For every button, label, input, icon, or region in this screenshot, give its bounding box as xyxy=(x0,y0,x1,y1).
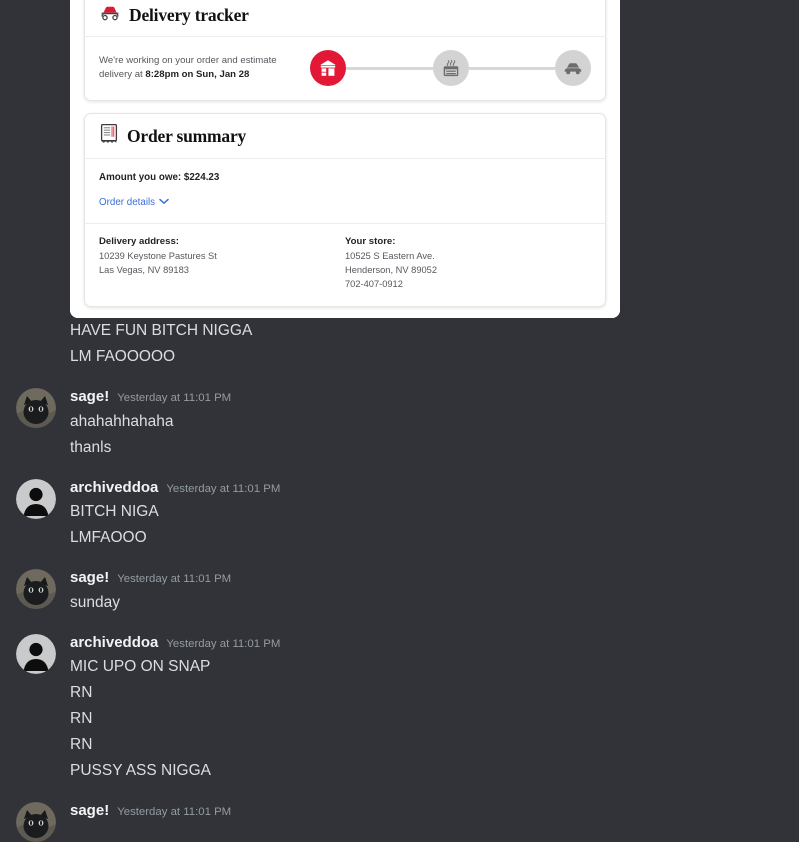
store-label: Your store: xyxy=(345,236,396,247)
message-timestamp: Yesterday at 11:01 PM xyxy=(117,573,232,585)
delivery-address-block: Delivery address: 10239 Keystone Pasture… xyxy=(99,236,345,292)
message-line: BITCH NIGA xyxy=(70,503,159,520)
message-line: RN xyxy=(70,736,93,753)
order-details-toggle[interactable]: Order details xyxy=(99,197,169,208)
attachment-content: Delivery tracker We're working on your o… xyxy=(70,0,620,318)
order-summary-body: Amount you owe: $224.23 Order details De… xyxy=(85,159,605,306)
receipt-icon xyxy=(99,123,119,149)
message-author[interactable]: archiveddoa xyxy=(70,633,158,653)
message-group: sage! Yesterday at 11:01 PM sunday xyxy=(0,568,799,616)
tracker-connector-2 xyxy=(468,66,555,70)
message-line: ahahahhahaha xyxy=(70,412,174,430)
message-author[interactable]: archiveddoa xyxy=(70,478,158,498)
avatar[interactable] xyxy=(16,388,56,428)
message-line: thanls xyxy=(70,438,112,456)
message-line: sunday xyxy=(70,593,120,611)
store-address-line-1: 10525 S Eastern Ave. xyxy=(345,251,435,261)
message-timestamp: Yesterday at 11:01 PM xyxy=(166,637,281,650)
message-header: archiveddoa Yesterday at 11:01 PM xyxy=(70,633,783,653)
delivery-address-label: Delivery address: xyxy=(99,236,179,247)
delivery-estimate-text: We're working on your order and estimate… xyxy=(99,54,304,81)
store-phone: 702-407-0912 xyxy=(345,278,403,289)
tracker-step-store xyxy=(310,50,346,86)
message-author[interactable]: sage! xyxy=(70,568,109,588)
message-group: sage! Yesterday at 11:01 PM xyxy=(0,801,799,842)
tracker-step-delivery xyxy=(555,50,591,86)
message-timestamp: Yesterday at 11:01 PM xyxy=(117,806,232,818)
delivery-address-line-1: 10239 Keystone Pastures St xyxy=(99,251,217,261)
order-details-label: Order details xyxy=(99,197,156,208)
store-address-line-2: Henderson, NV 89052 xyxy=(345,264,437,275)
order-summary-title: Order summary xyxy=(127,125,247,146)
message-line: PUSSY ASS NIGGA xyxy=(70,762,211,779)
message-line: LM FAOOOOO xyxy=(70,348,176,365)
message-group: archiveddoa Yesterday at 11:01 PM MIC UP… xyxy=(0,633,799,785)
avatar[interactable] xyxy=(16,633,56,674)
store-address-block: Your store: 10525 S Eastern Ave. Henders… xyxy=(345,236,591,292)
delivery-car-icon xyxy=(99,4,121,27)
message-header: sage! Yesterday at 11:01 PM xyxy=(70,387,783,407)
summary-divider xyxy=(85,223,605,224)
message-group: archiveddoa Yesterday at 11:01 PM BITCH … xyxy=(0,478,799,552)
message-line: RN xyxy=(70,684,93,701)
tracker-step-cooking xyxy=(432,50,469,86)
message-header: sage! Yesterday at 11:01 PM xyxy=(70,568,783,588)
message-line: RN xyxy=(70,710,93,727)
message-author[interactable]: sage! xyxy=(70,801,109,821)
message-list: HAVE FUN BITCH NIGGA LM FAOOOOO sage! Ye… xyxy=(0,318,799,842)
delivery-tracker-header: Delivery tracker xyxy=(85,0,605,37)
message-line: MIC UPO ON SNAP xyxy=(70,658,211,675)
avatar[interactable] xyxy=(16,802,56,842)
message-line: LMFAOOO xyxy=(70,529,147,546)
message-author[interactable]: sage! xyxy=(70,387,109,407)
message-line: HAVE FUN BITCH NIGGA xyxy=(70,322,253,339)
delivery-address-line-2: Las Vegas, NV 89183 xyxy=(99,264,189,275)
message-group: sage! Yesterday at 11:01 PM ahahahhahaha… xyxy=(0,387,799,461)
message-header: archiveddoa Yesterday at 11:01 PM xyxy=(70,478,783,498)
message-image-attachment[interactable]: Delivery tracker We're working on your o… xyxy=(70,0,620,318)
delivery-tracker-title: Delivery tracker xyxy=(129,5,249,25)
avatar[interactable] xyxy=(16,569,56,609)
message-timestamp: Yesterday at 11:01 PM xyxy=(117,392,232,404)
tracker-connector-1 xyxy=(346,66,433,70)
message-timestamp: Yesterday at 11:01 PM xyxy=(166,482,281,495)
order-summary-card: Order summary Amount you owe: $224.23 Or… xyxy=(84,113,606,307)
address-grid: Delivery address: 10239 Keystone Pasture… xyxy=(99,236,591,292)
delivery-estimate-time: 8:28pm on Sun, Jan 28 xyxy=(145,69,250,80)
amount-owed-label: Amount you owe: $224.23 xyxy=(99,172,220,183)
message-header: sage! Yesterday at 11:01 PM xyxy=(70,801,783,821)
order-summary-header: Order summary xyxy=(85,114,605,159)
message-group-continuation: HAVE FUN BITCH NIGGA LM FAOOOOO xyxy=(0,318,799,370)
delivery-tracker-card: Delivery tracker We're working on your o… xyxy=(84,0,606,101)
delivery-tracker-body: We're working on your order and estimate… xyxy=(85,37,605,100)
chevron-down-icon xyxy=(159,197,169,208)
delivery-progress-steps xyxy=(304,50,591,86)
avatar[interactable] xyxy=(16,478,56,519)
